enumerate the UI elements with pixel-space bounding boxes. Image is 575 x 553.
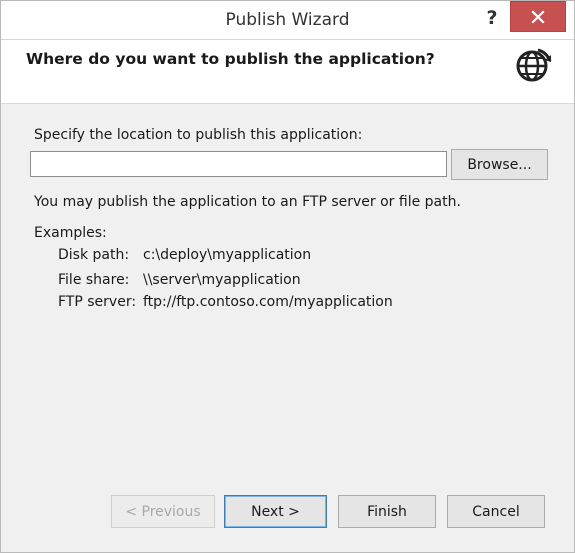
close-button[interactable] <box>510 1 566 32</box>
example-name-file-share: File share: <box>58 272 130 288</box>
example-value-file-share: \\server\myapplication <box>143 272 301 288</box>
hint-text: You may publish the application to an FT… <box>34 194 461 210</box>
location-input[interactable] <box>30 151 447 177</box>
previous-button[interactable]: < Previous <box>111 495 215 528</box>
example-value-ftp-server: ftp://ftp.contoso.com/myapplication <box>143 294 393 310</box>
publish-wizard-dialog: Publish Wizard ? Where do you want to pu… <box>0 0 575 553</box>
close-icon <box>531 9 545 24</box>
title-bar[interactable]: Publish Wizard ? <box>1 1 574 39</box>
page-title: Where do you want to publish the applica… <box>26 50 435 68</box>
globe-arrow-icon <box>516 48 552 82</box>
header-divider <box>1 103 574 104</box>
help-button[interactable]: ? <box>480 4 504 32</box>
next-button[interactable]: Next > <box>224 495 327 528</box>
example-name-disk-path: Disk path: <box>58 247 130 263</box>
finish-button[interactable]: Finish <box>338 495 436 528</box>
wizard-header: Where do you want to publish the applica… <box>1 39 574 104</box>
example-value-disk-path: c:\deploy\myapplication <box>143 247 312 263</box>
location-label: Specify the location to publish this app… <box>34 127 363 143</box>
examples-heading: Examples: <box>34 225 107 241</box>
browse-button[interactable]: Browse... <box>451 149 548 180</box>
cancel-button[interactable]: Cancel <box>447 495 545 528</box>
example-name-ftp-server: FTP server: <box>58 294 137 310</box>
